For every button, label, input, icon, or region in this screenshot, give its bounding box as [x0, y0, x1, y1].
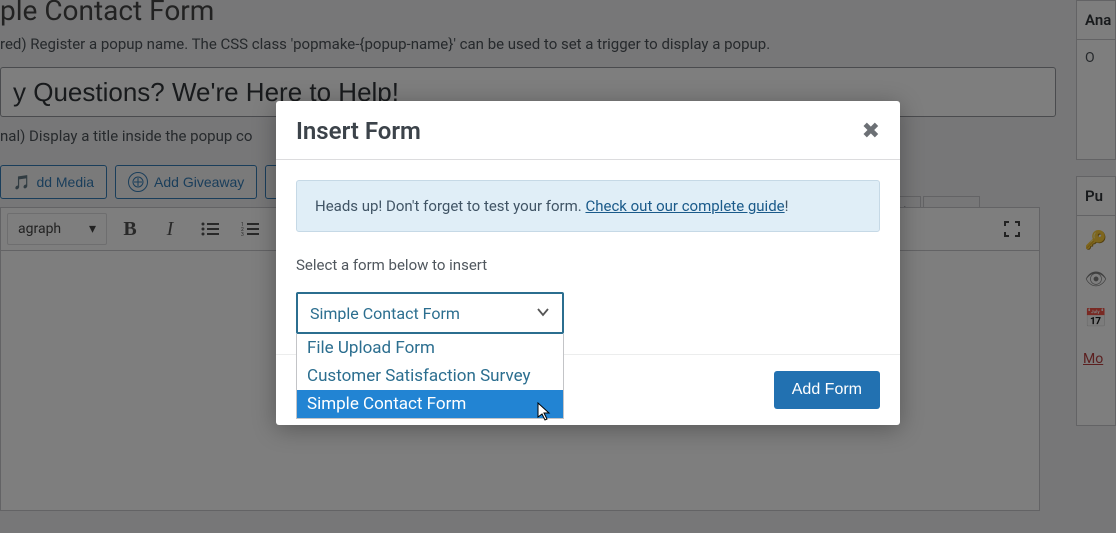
heads-up-notice: Heads up! Don't forget to test your form…	[296, 180, 880, 232]
form-dropdown-selected: Simple Contact Form	[310, 304, 460, 323]
insert-form-modal: Insert Form ✖ Heads up! Don't forget to …	[276, 101, 900, 425]
close-icon[interactable]: ✖	[862, 119, 880, 144]
notice-prefix: Heads up! Don't forget to test your form…	[315, 197, 585, 215]
dropdown-option-survey[interactable]: Customer Satisfaction Survey	[297, 362, 563, 390]
modal-title: Insert Form	[296, 117, 421, 145]
form-dropdown-list: File Upload Form Customer Satisfaction S…	[296, 334, 564, 419]
dropdown-option-simple-contact[interactable]: Simple Contact Form	[297, 390, 563, 418]
modal-header: Insert Form ✖	[276, 101, 900, 160]
select-form-label: Select a form below to insert	[296, 256, 880, 274]
chevron-down-icon	[536, 304, 550, 323]
add-form-button[interactable]: Add Form	[774, 371, 880, 409]
notice-suffix: !	[785, 197, 789, 215]
complete-guide-link[interactable]: Check out our complete guide	[585, 197, 784, 215]
form-dropdown: Simple Contact Form File Upload Form Cus…	[296, 292, 564, 334]
dropdown-option-file-upload[interactable]: File Upload Form	[297, 334, 563, 362]
modal-body: Heads up! Don't forget to test your form…	[276, 160, 900, 354]
form-dropdown-trigger[interactable]: Simple Contact Form	[296, 292, 564, 334]
